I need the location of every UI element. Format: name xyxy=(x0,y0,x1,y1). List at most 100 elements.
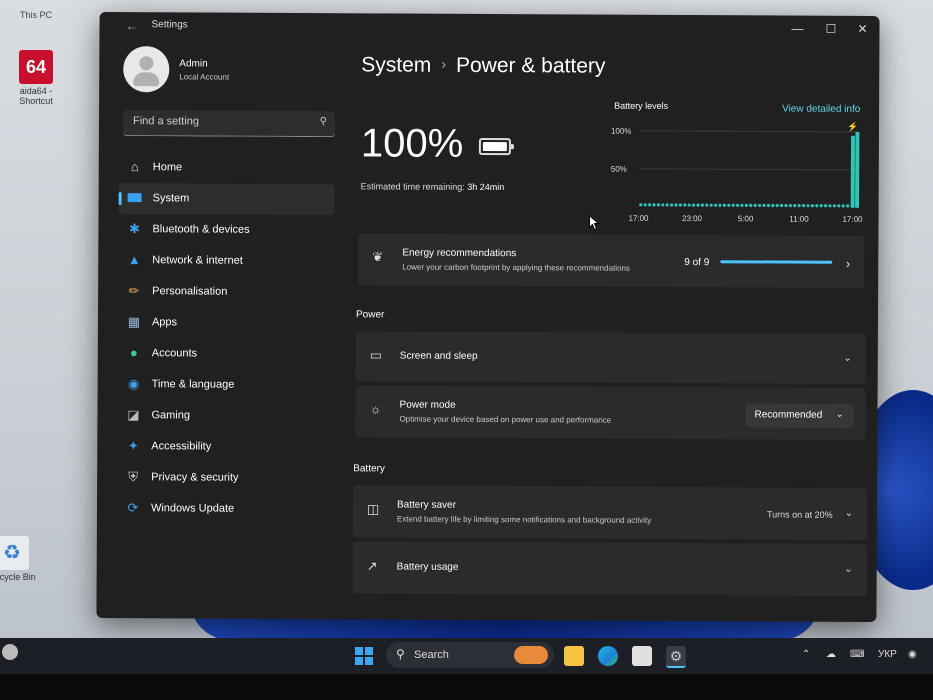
chevron-down-icon[interactable]: ⌄ xyxy=(845,508,853,519)
search-box[interactable]: ⚲ xyxy=(122,110,336,138)
desktop-icon-this-pc[interactable]: This PC xyxy=(6,0,66,20)
accessibility-icon: ✦ xyxy=(127,438,139,454)
power-mode-title: Power mode xyxy=(399,399,456,411)
power-mode-dropdown[interactable]: Recommended ⌄ xyxy=(745,403,854,428)
maximize-button[interactable]: ☐ xyxy=(825,22,836,36)
avatar[interactable] xyxy=(123,46,170,93)
chart-bar xyxy=(832,204,836,208)
sidebar-item-label: Accounts xyxy=(151,347,198,360)
sidebar-item-accounts[interactable]: ● Accounts xyxy=(118,338,334,370)
search-icon[interactable]: ⚲ xyxy=(320,116,327,127)
remaining-value: 3h 24min xyxy=(467,181,505,193)
chart-bar xyxy=(691,203,696,207)
chevron-right-icon: › xyxy=(845,255,851,271)
sidebar-item-personalisation[interactable]: ✏ Personalisation xyxy=(118,276,334,308)
chart-bar xyxy=(678,203,682,207)
chevron-down-icon[interactable]: ⌄ xyxy=(843,353,851,364)
energy-subtitle: Lower your carbon footprint by applying … xyxy=(402,262,630,273)
chart-bar xyxy=(779,203,784,208)
search-input[interactable] xyxy=(130,114,316,130)
chart-bar xyxy=(727,203,731,207)
desktop-icon-recycle-bin[interactable]: ♻ Recycle Bin xyxy=(0,536,42,582)
energy-count: 9 of 9 xyxy=(684,257,710,269)
back-arrow-icon[interactable]: ← xyxy=(125,18,138,33)
battery-levels-title: Battery levels xyxy=(614,100,669,111)
chart-bar xyxy=(762,203,766,208)
language-indicator[interactable]: УКР xyxy=(878,649,897,660)
sidebar-item-bluetooth[interactable]: ✱ Bluetooth & devices xyxy=(118,214,334,246)
cloud-off-icon[interactable]: ☁ xyxy=(826,649,836,660)
breadcrumb-parent[interactable]: System xyxy=(361,53,431,76)
sidebar-item-system[interactable]: System xyxy=(118,183,335,216)
chart-bar xyxy=(771,203,775,208)
chart-bar xyxy=(661,203,665,207)
chart-bar xyxy=(735,203,740,207)
chart-bar xyxy=(828,204,832,208)
x-tick-label: 17:00 xyxy=(842,215,863,224)
chevron-down-icon[interactable]: ⌄ xyxy=(844,564,852,575)
energy-recommendations-card[interactable]: ❦ Energy recommendations Lower your carb… xyxy=(358,233,865,288)
sidebar-item-label: Home xyxy=(152,161,183,174)
remaining-label: Estimated time remaining: xyxy=(360,181,465,192)
sidebar-item-time-language[interactable]: ◉ Time & language xyxy=(118,369,334,401)
screen-sleep-title: Screen and sleep xyxy=(399,350,478,362)
chart-bar xyxy=(815,204,819,208)
screen-and-sleep-card[interactable]: ▭ Screen and sleep ⌄ xyxy=(355,331,866,384)
sidebar-item-gaming[interactable]: ◪ Gaming xyxy=(117,400,333,432)
view-detailed-info-link[interactable]: View detailed info xyxy=(782,104,860,115)
network-globe-icon[interactable]: ◉ xyxy=(908,649,917,660)
chart-bar xyxy=(674,203,678,207)
sidebar-item-apps[interactable]: ▦ Apps xyxy=(118,307,334,339)
settings-gear-icon[interactable]: ⚙ xyxy=(666,646,686,668)
chart-bar xyxy=(722,203,726,207)
sidebar-item-network[interactable]: ▲ Network & internet xyxy=(118,245,334,277)
chart-bar xyxy=(819,204,823,208)
accounts-icon: ● xyxy=(129,345,138,361)
minimize-button[interactable]: — xyxy=(791,22,803,36)
chart-bar xyxy=(700,203,704,207)
chart-bar xyxy=(801,204,806,208)
aida64-icon: 64 xyxy=(19,50,53,84)
settings-window: ← Settings — ☐ ✕ Admin Local Account ⚲ ⌂… xyxy=(96,11,880,623)
chart-bar xyxy=(806,204,810,208)
desktop-icon-aida64[interactable]: 64 aida64 - Shortcut xyxy=(6,50,66,106)
chart-bar xyxy=(850,135,855,208)
window-title: Settings xyxy=(151,19,188,31)
sidebar-item-windows-update[interactable]: ⟳ Windows Update xyxy=(117,493,333,525)
edge-icon[interactable] xyxy=(598,646,618,666)
usage-graph-icon: ↗ xyxy=(366,558,378,574)
sidebar-item-label: Windows Update xyxy=(150,502,235,515)
gauge-icon: ☼ xyxy=(369,401,382,417)
chart-bar xyxy=(793,204,797,208)
store-icon[interactable] xyxy=(632,646,652,666)
battery-section-label: Battery xyxy=(353,463,385,475)
taskbar-search[interactable]: ⚲ Search xyxy=(386,642,554,668)
chart-bar xyxy=(744,203,748,207)
sidebar-item-label: Apps xyxy=(151,316,178,329)
this-pc-label: This PC xyxy=(19,10,52,20)
close-button[interactable]: ✕ xyxy=(857,22,867,36)
battery-usage-card[interactable]: ↗ Battery usage ⌄ xyxy=(352,541,867,596)
title-bar: ← Settings — ☐ ✕ xyxy=(99,12,879,46)
widgets-icon[interactable] xyxy=(2,644,18,660)
start-icon[interactable] xyxy=(354,646,374,666)
search-highlight-icon xyxy=(514,646,548,664)
apps-icon: ▦ xyxy=(127,314,141,330)
chevron-up-icon[interactable]: ⌃ xyxy=(802,649,810,660)
sidebar-item-label: Personalisation xyxy=(152,285,228,298)
chart-bar xyxy=(788,203,792,208)
sidebar-item-accessibility[interactable]: ✦ Accessibility xyxy=(117,431,333,463)
battery-saver-card[interactable]: ◫ Battery saver Extend battery life by l… xyxy=(352,485,868,540)
chart-bar xyxy=(709,203,713,207)
sidebar-item-privacy[interactable]: ⛨ Privacy & security xyxy=(117,462,333,494)
battery-percentage: 100% xyxy=(360,121,464,166)
sidebar-item-label: Accessibility xyxy=(151,440,212,453)
chart-bar xyxy=(740,203,744,207)
sidebar-item-home[interactable]: ⌂ Home xyxy=(119,152,335,184)
file-explorer-icon[interactable] xyxy=(564,646,584,666)
chevron-right-icon: › xyxy=(441,55,447,72)
chart-bar xyxy=(647,203,652,207)
update-icon: ⟳ xyxy=(127,500,139,516)
chart-bar xyxy=(837,204,841,208)
keyboard-icon[interactable]: ⌨ xyxy=(850,649,864,660)
